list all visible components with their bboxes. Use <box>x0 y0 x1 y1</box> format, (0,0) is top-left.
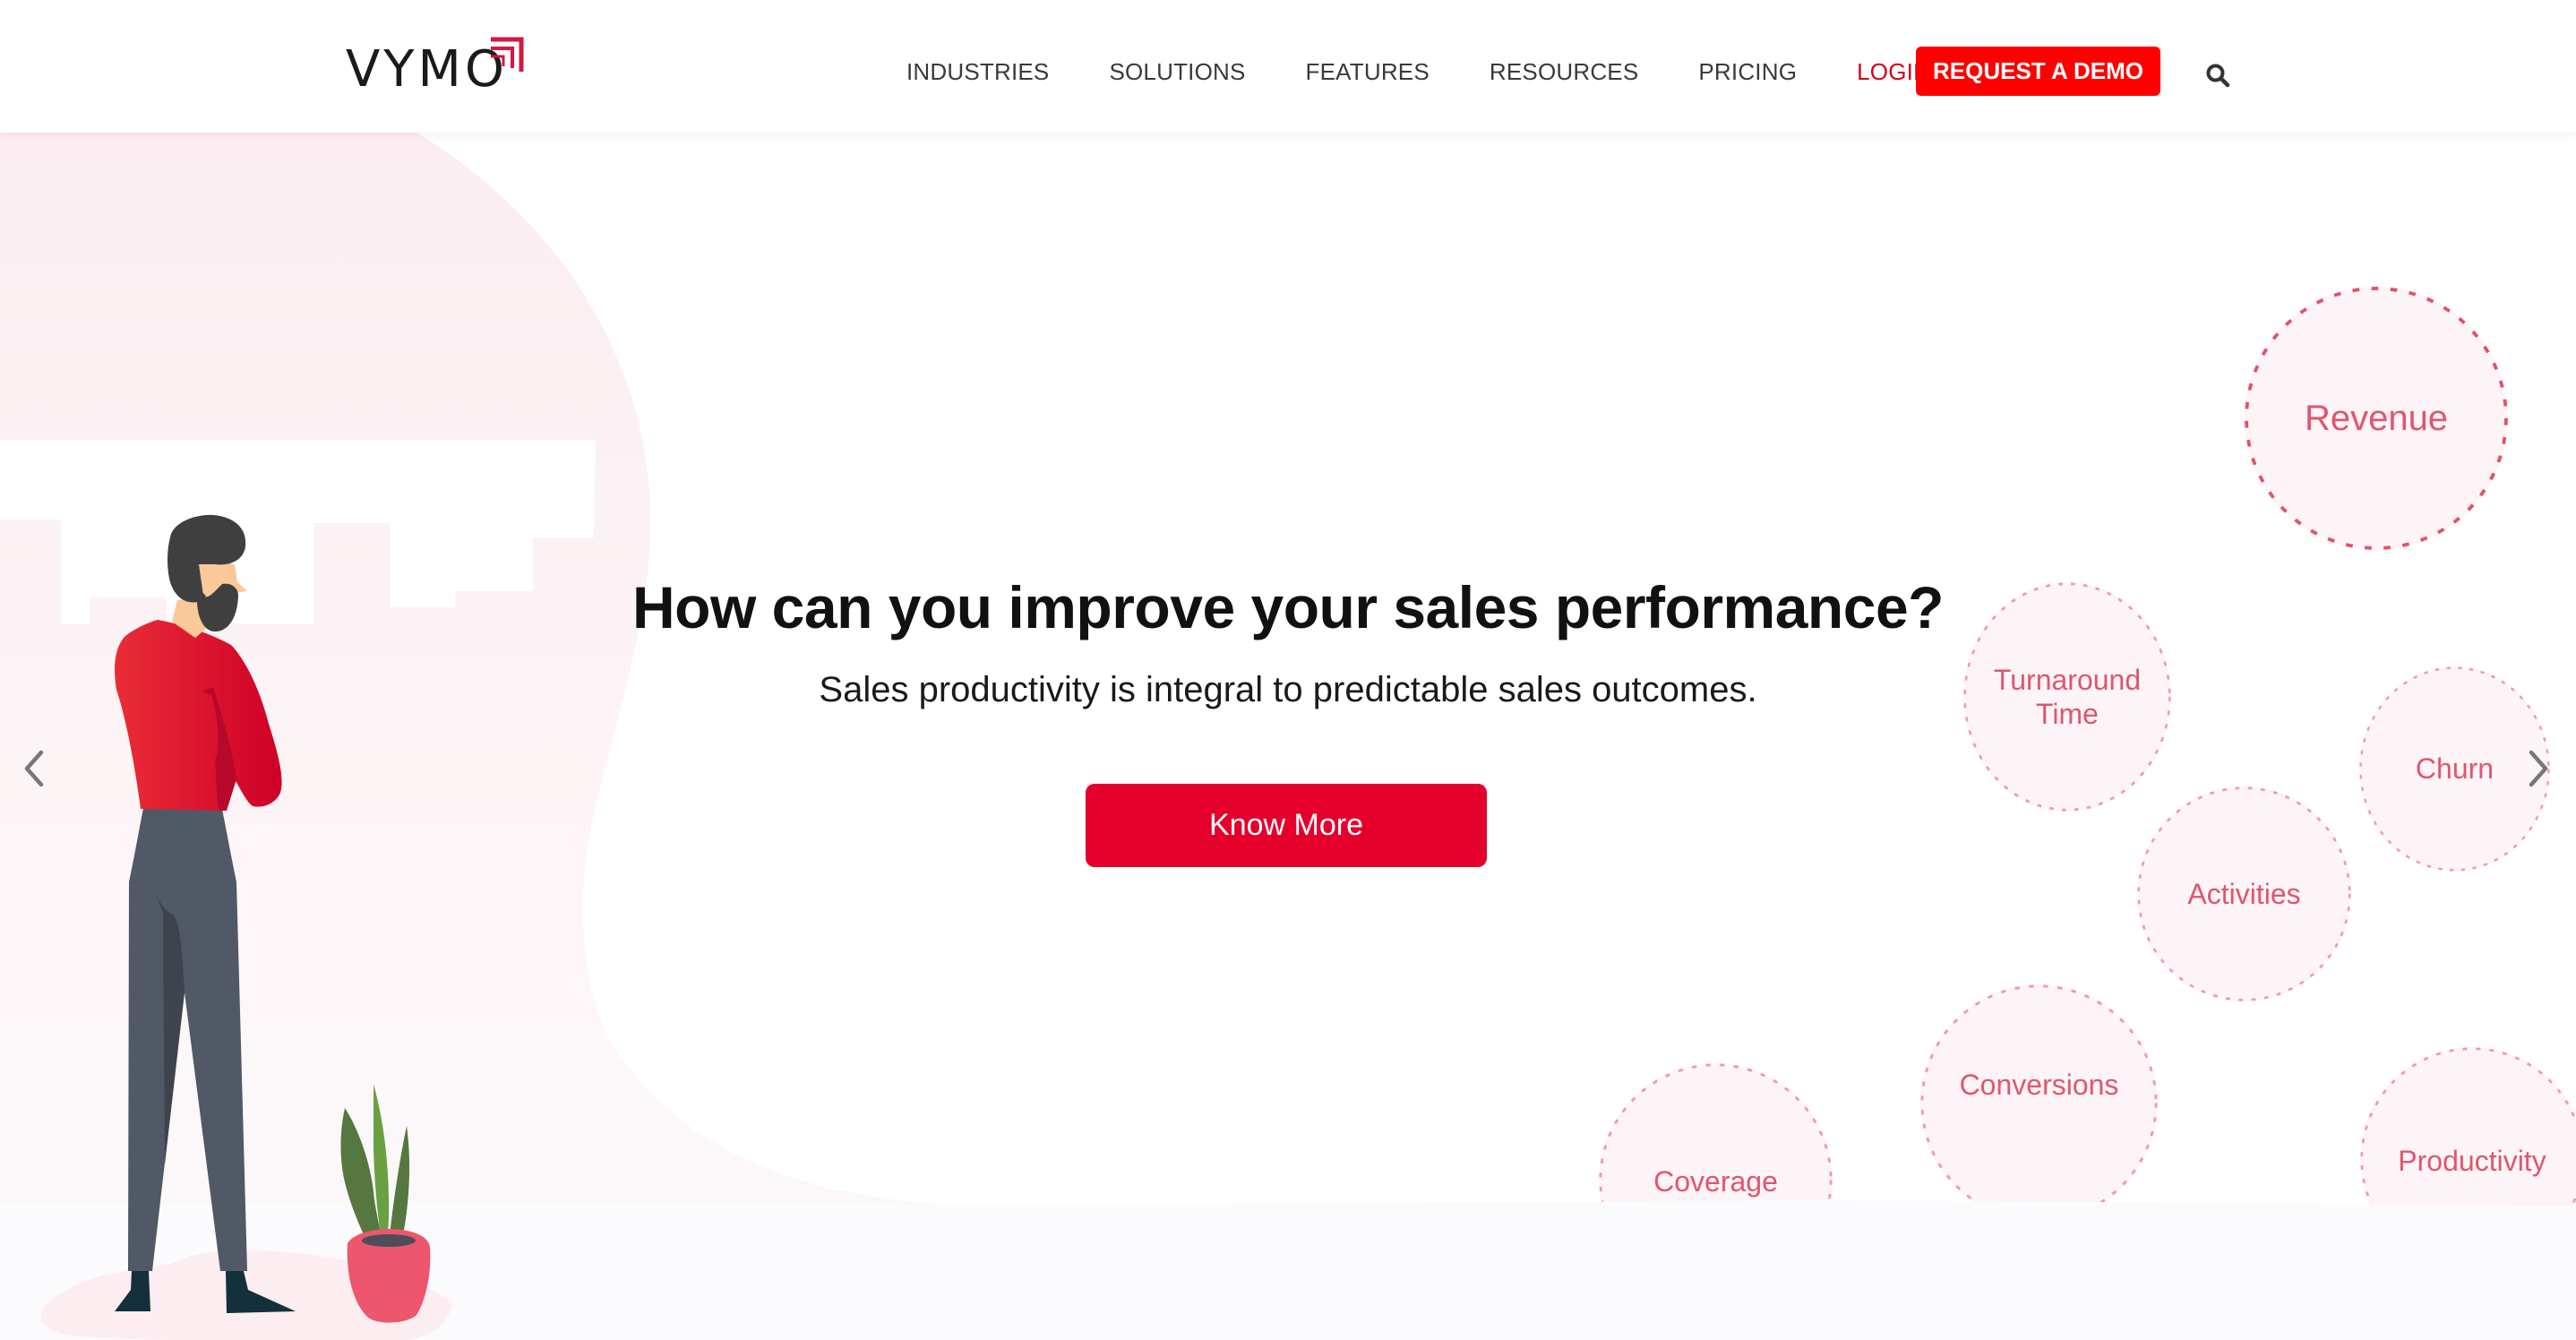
vymo-logo[interactable]: VYMO <box>346 32 528 97</box>
bubble-label: Activities <box>2187 877 2301 910</box>
know-more-button[interactable]: Know More <box>1086 784 1487 867</box>
floor-overlay <box>582 1200 2576 1340</box>
bubble-turnaround-time: Turnaround Time <box>1963 582 2171 812</box>
search-button[interactable] <box>2202 59 2234 91</box>
bubble-conversions: Conversions <box>1920 984 2158 1222</box>
nav-resources[interactable]: RESOURCES <box>1490 58 1639 86</box>
bubble-label: Revenue <box>2304 399 2449 438</box>
bubble-label: Churn <box>2415 752 2494 786</box>
bubble-label: Productivity <box>2398 1144 2546 1177</box>
nav-pricing[interactable]: PRICING <box>1698 58 1797 86</box>
site-header: VYMO INDUSTRIES SOLUTIONS FEATURES RESOU… <box>0 0 2576 133</box>
search-icon <box>2206 64 2230 88</box>
hero-subtitle: Sales productivity is integral to predic… <box>819 670 1757 709</box>
bubble-label: Conversions <box>1959 1069 2119 1102</box>
nav-industries[interactable]: INDUSTRIES <box>906 58 1049 86</box>
bubble-revenue: Revenue <box>2245 287 2508 550</box>
man-shirt <box>115 620 282 811</box>
main-nav: INDUSTRIES SOLUTIONS FEATURES RESOURCES … <box>906 54 1930 90</box>
carousel-next-button[interactable] <box>2520 742 2556 795</box>
dashed-ring <box>1920 984 2158 1222</box>
nav-solutions[interactable]: SOLUTIONS <box>1109 58 1245 86</box>
carousel-prev-button[interactable] <box>16 742 52 795</box>
bubble-label: Turnaround Time <box>1993 663 2142 730</box>
nav-features[interactable]: FEATURES <box>1306 58 1430 86</box>
bubble-activities: Activities <box>2137 786 2351 1001</box>
bubble-label: Coverage <box>1653 1165 1778 1198</box>
chevron-right-icon <box>2529 750 2548 787</box>
hero-title: How can you improve your sales performan… <box>632 574 1944 640</box>
chevron-left-icon <box>24 750 44 787</box>
logo-mark-icon <box>491 37 524 72</box>
request-demo-button[interactable]: REQUEST A DEMO <box>1916 47 2160 96</box>
